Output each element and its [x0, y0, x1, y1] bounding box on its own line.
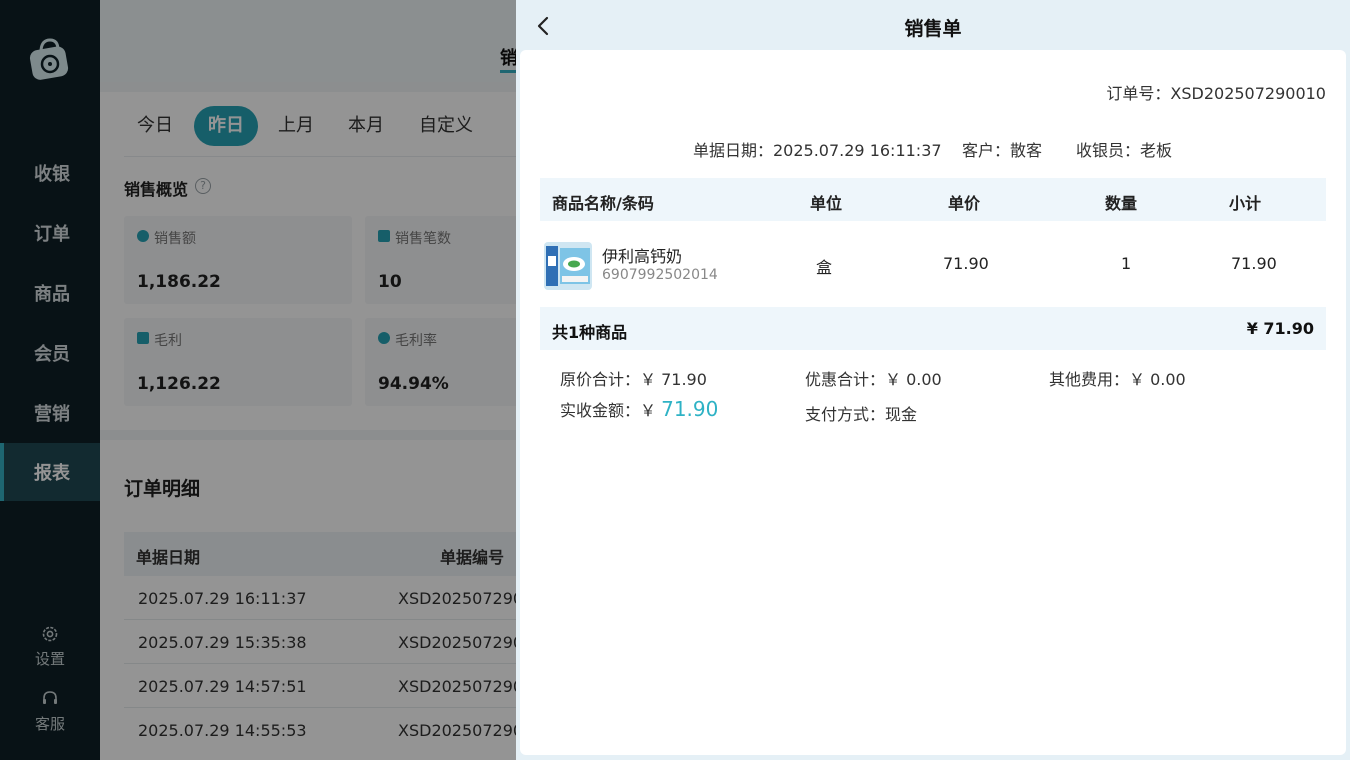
order-number: 订单号：XSD202507290010: [1106, 84, 1326, 103]
received-amount: 实收金额：￥ 71.90: [560, 397, 718, 421]
product-subtotal: 71.90: [1231, 254, 1277, 273]
received-label: 实收金额：￥: [560, 401, 662, 420]
column-header-product: 商品名称/条码: [552, 194, 654, 213]
product-image: [544, 242, 592, 290]
received-value: 71.90: [661, 397, 719, 421]
discount-total: 优惠合计：￥ 0.00: [805, 370, 942, 389]
order-date: 单据日期：2025.07.29 16:11:37: [693, 141, 942, 160]
order-customer: 客户：散客: [962, 141, 1043, 160]
product-unit: 盒: [816, 258, 833, 277]
chevron-left-icon[interactable]: [532, 14, 556, 38]
other-fees: 其他费用：￥ 0.00: [1049, 370, 1186, 389]
product-name: 伊利高钙奶: [602, 247, 683, 266]
modal-overlay[interactable]: [0, 0, 516, 760]
payment-method: 支付方式：现金: [805, 405, 918, 424]
items-table-header: [540, 178, 1326, 221]
product-price: 71.90: [943, 254, 989, 273]
summary-item-count: 共1种商品: [552, 323, 628, 342]
column-header-unit: 单位: [810, 194, 843, 213]
product-barcode: 6907992502014: [602, 267, 718, 283]
summary-bar: [540, 307, 1326, 350]
drawer-title: 销售单: [904, 18, 962, 40]
original-total: 原价合计：￥ 71.90: [560, 370, 707, 389]
order-cashier: 收银员：老板: [1076, 141, 1173, 160]
column-header-quantity: 数量: [1105, 194, 1138, 213]
column-header-price: 单价: [948, 194, 981, 213]
summary-total: ¥ 71.90: [1246, 319, 1314, 338]
product-quantity: 1: [1121, 254, 1132, 273]
column-header-subtotal: 小计: [1229, 194, 1262, 213]
